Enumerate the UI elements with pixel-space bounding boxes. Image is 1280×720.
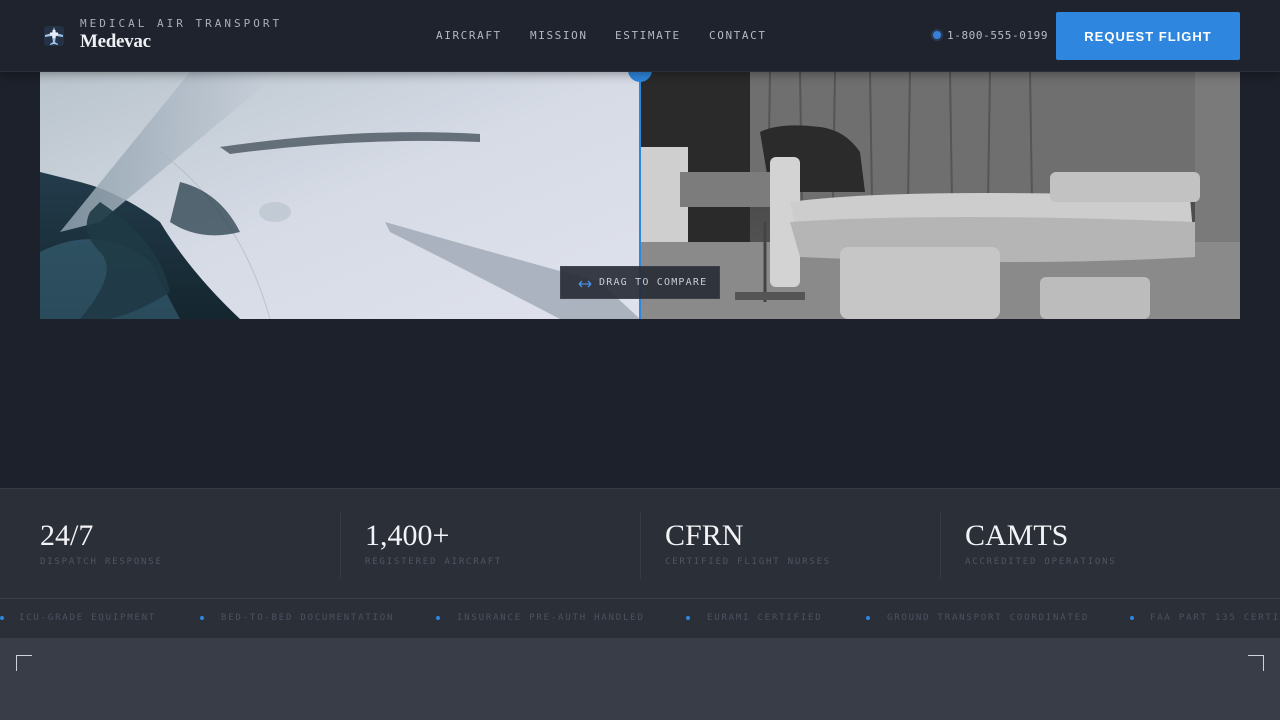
drag-hint-label: DRAG TO COMPARE bbox=[599, 277, 708, 288]
bullet-dot-icon bbox=[866, 616, 870, 620]
ticker-item: BED-TO-BED DOCUMENTATION bbox=[221, 613, 395, 623]
bullet-dot-icon bbox=[436, 616, 440, 620]
bullet-dot-icon bbox=[200, 616, 204, 620]
brand-kicker: MEDICAL AIR TRANSPORT bbox=[80, 17, 283, 30]
stat-value: 1,400+ bbox=[365, 519, 450, 552]
drag-to-compare-hint[interactable]: DRAG TO COMPARE bbox=[560, 266, 720, 299]
request-flight-button[interactable]: REQUEST FLIGHT bbox=[1056, 12, 1240, 60]
bullet-dot-icon bbox=[1130, 616, 1134, 620]
bullet-dot-icon bbox=[0, 616, 4, 620]
aircraft-cross-icon bbox=[44, 26, 64, 46]
site-header: MEDICAL AIR TRANSPORT Medevac AIRCRAFT M… bbox=[0, 0, 1280, 72]
ticker-item: INSURANCE PRE-AUTH HANDLED bbox=[457, 613, 645, 623]
stat-value: CAMTS bbox=[965, 519, 1069, 552]
stat-label: DISPATCH RESPONSE bbox=[40, 557, 163, 567]
bullet-dot-icon bbox=[686, 616, 690, 620]
ticker-item: ICU-GRADE EQUIPMENT bbox=[19, 613, 157, 623]
phone-link[interactable]: 1-800-555-0199 bbox=[933, 29, 1048, 42]
stat-value: CFRN bbox=[665, 519, 744, 552]
phone-number: 1-800-555-0199 bbox=[947, 29, 1049, 42]
stat-divider bbox=[940, 511, 941, 579]
stat-label: CERTIFIED FLIGHT NURSES bbox=[665, 557, 832, 567]
stat-divider bbox=[640, 511, 641, 579]
corner-bracket-icon bbox=[16, 655, 32, 671]
horizontal-drag-arrows-icon bbox=[578, 280, 592, 288]
nav-link-contact[interactable]: CONTACT bbox=[709, 29, 767, 42]
nav-link-mission[interactable]: MISSION bbox=[530, 29, 588, 42]
stat-value: 24/7 bbox=[40, 519, 94, 552]
status-dot-icon bbox=[933, 31, 941, 39]
ticker-item: FAA PART 135 CERTIFICATED bbox=[1150, 613, 1280, 623]
next-section bbox=[0, 638, 1280, 720]
nav-link-aircraft[interactable]: AIRCRAFT bbox=[436, 29, 502, 42]
stat-label: REGISTERED AIRCRAFT bbox=[365, 557, 503, 567]
stat-divider bbox=[340, 511, 341, 579]
hospital-room-image bbox=[640, 72, 1240, 319]
corner-bracket-icon bbox=[1248, 655, 1264, 671]
stats-band: 24/7 DISPATCH RESPONSE 1,400+ REGISTERED… bbox=[0, 488, 1280, 598]
nav-link-estimate[interactable]: ESTIMATE bbox=[615, 29, 681, 42]
stat-label: ACCREDITED OPERATIONS bbox=[965, 557, 1117, 567]
ticker-item: GROUND TRANSPORT COORDINATED bbox=[887, 613, 1090, 623]
brand-name: Medevac bbox=[80, 31, 151, 52]
image-compare-slider[interactable]: DRAG TO COMPARE bbox=[40, 72, 1240, 319]
feature-ticker: ICU-GRADE EQUIPMENT BED-TO-BED DOCUMENTA… bbox=[0, 598, 1280, 638]
ticker-item: EURAMI CERTIFIED bbox=[707, 613, 823, 623]
aircraft-wing-image bbox=[40, 72, 640, 319]
